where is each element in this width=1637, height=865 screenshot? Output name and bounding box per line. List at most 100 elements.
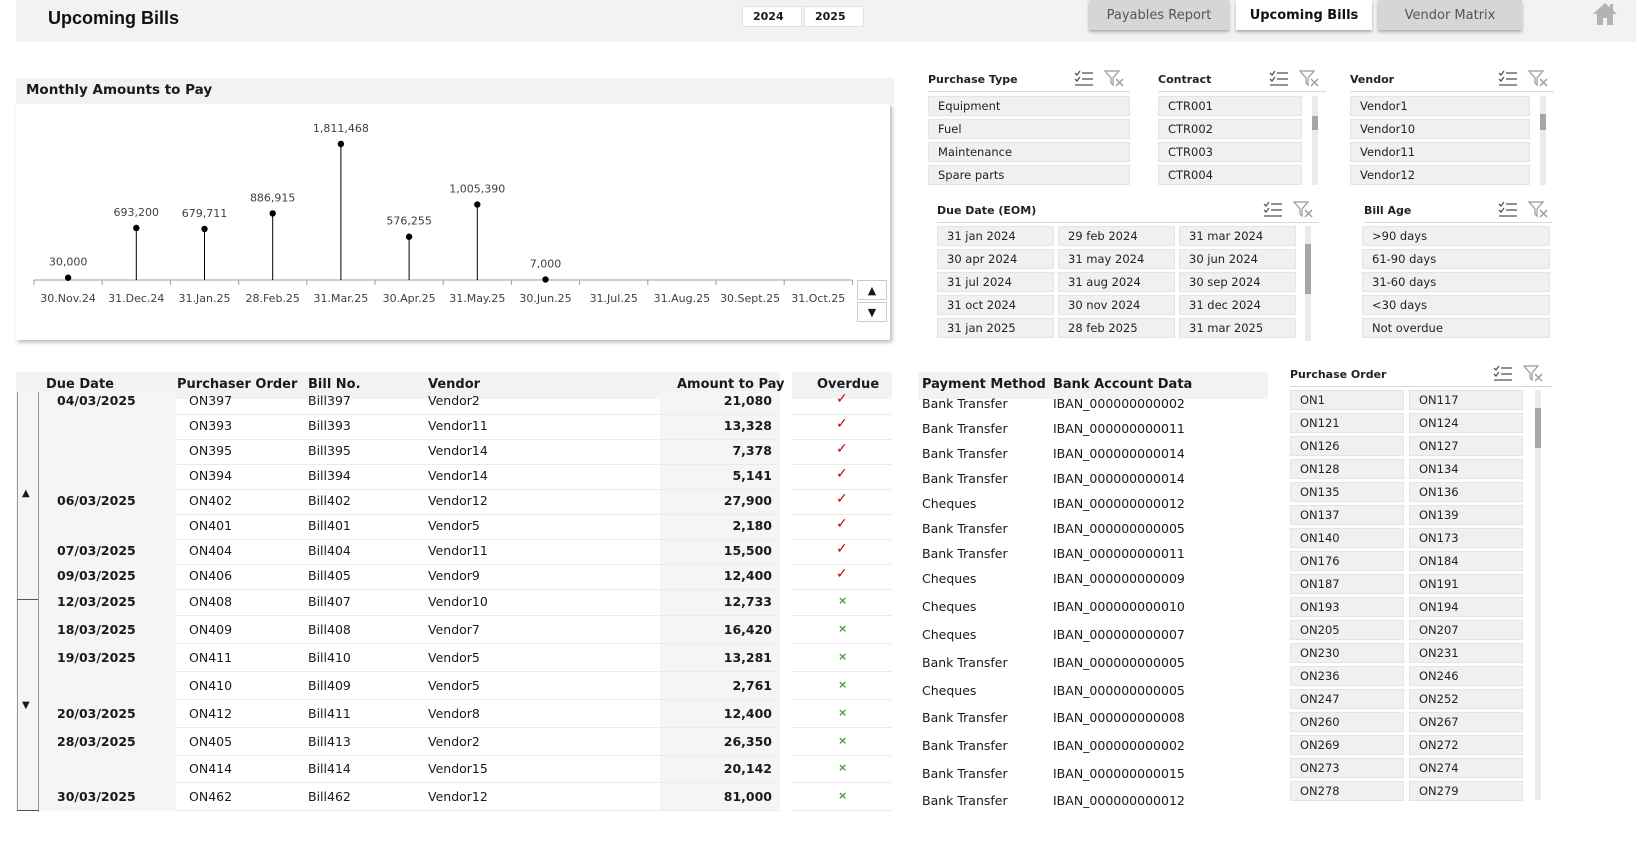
home-icon[interactable] <box>1590 0 1620 28</box>
purchase-order-item[interactable]: ON126 <box>1290 436 1404 456</box>
purchase-order-item[interactable]: ON117 <box>1409 390 1523 410</box>
purchase-order-item[interactable]: ON121 <box>1290 413 1404 433</box>
due-date-item[interactable]: 31 oct 2024 <box>937 295 1054 315</box>
purchase-order-item[interactable]: ON231 <box>1409 643 1523 663</box>
slicer-scroll-thumb[interactable] <box>1535 408 1541 448</box>
purchase-order-item[interactable]: ON247 <box>1290 689 1404 709</box>
purchase-order-item[interactable]: ON140 <box>1290 528 1404 548</box>
slicer-scroll-thumb[interactable] <box>1305 244 1311 294</box>
due-date-item[interactable]: 31 mar 2025 <box>1179 318 1296 338</box>
chart-point[interactable] <box>337 140 345 148</box>
chart-point[interactable] <box>133 224 140 232</box>
due-date-item[interactable]: 28 feb 2025 <box>1058 318 1175 338</box>
bill-age-item[interactable]: Not overdue <box>1362 318 1550 338</box>
tab-upcoming-bills[interactable]: Upcoming Bills <box>1236 0 1372 30</box>
bill-age-item[interactable]: 61-90 days <box>1362 249 1550 269</box>
due-date-item[interactable]: 31 jul 2024 <box>937 272 1054 292</box>
slicer-scrollbar[interactable] <box>1540 96 1546 185</box>
vendor-item[interactable]: Vendor10 <box>1350 119 1530 139</box>
chart-point[interactable] <box>542 276 549 283</box>
purchase-order-item[interactable]: ON127 <box>1409 436 1523 456</box>
purchase-order-item[interactable]: ON135 <box>1290 482 1404 502</box>
purchase-order-item[interactable]: ON194 <box>1409 597 1523 617</box>
chart-point[interactable] <box>201 225 208 233</box>
chart-scroll-down-button[interactable]: ▼ <box>857 302 887 322</box>
collapse-down-icon[interactable]: ▼ <box>22 700 30 711</box>
bill-age-item[interactable]: <30 days <box>1362 295 1550 315</box>
purchase-order-item[interactable]: ON252 <box>1409 689 1523 709</box>
purchase-order-item[interactable]: ON1 <box>1290 390 1404 410</box>
contract-clear-filter-icon[interactable] <box>1298 69 1320 87</box>
purchase-type-item[interactable]: Spare parts <box>928 165 1130 185</box>
due-date-clear-filter-icon[interactable] <box>1292 200 1314 218</box>
due-date-item[interactable]: 31 jan 2024 <box>937 226 1054 246</box>
purchase-order-item[interactable]: ON128 <box>1290 459 1404 479</box>
purchase-order-item[interactable]: ON193 <box>1290 597 1404 617</box>
year-button-2025[interactable]: 2025 <box>804 6 864 27</box>
purchase-order-item[interactable]: ON272 <box>1409 735 1523 755</box>
chart-point[interactable] <box>474 201 481 208</box>
contract-multi-select-icon[interactable] <box>1268 69 1290 87</box>
vendor-multi-select-icon[interactable] <box>1497 69 1519 87</box>
purchase-type-item[interactable]: Maintenance <box>928 142 1130 162</box>
contract-item[interactable]: CTR002 <box>1158 119 1302 139</box>
purchase-order-item[interactable]: ON246 <box>1409 666 1523 686</box>
slicer-scrollbar[interactable] <box>1535 390 1541 800</box>
contract-item[interactable]: CTR001 <box>1158 96 1302 116</box>
purchase-order-item[interactable]: ON260 <box>1290 712 1404 732</box>
contract-item[interactable]: CTR003 <box>1158 142 1302 162</box>
vendor-item[interactable]: Vendor12 <box>1350 165 1530 185</box>
purchase-order-item[interactable]: ON230 <box>1290 643 1404 663</box>
chart-point[interactable] <box>405 233 413 240</box>
purchase-order-item[interactable]: ON279 <box>1409 781 1523 801</box>
collapse-up-icon[interactable]: ▲ <box>22 488 30 499</box>
due-date-item[interactable]: 30 nov 2024 <box>1058 295 1175 315</box>
chart-point[interactable] <box>269 210 276 217</box>
tab-payables-report[interactable]: Payables Report <box>1089 0 1229 30</box>
slicer-scroll-thumb[interactable] <box>1540 114 1546 130</box>
purchase-order-item[interactable]: ON137 <box>1290 505 1404 525</box>
due-date-item[interactable]: 29 feb 2024 <box>1058 226 1175 246</box>
purchase-type-item[interactable]: Equipment <box>928 96 1130 116</box>
vendor-item[interactable]: Vendor1 <box>1350 96 1530 116</box>
purchase-order-item[interactable]: ON184 <box>1409 551 1523 571</box>
purchase-order-item[interactable]: ON274 <box>1409 758 1523 778</box>
purchase-order-item[interactable]: ON267 <box>1409 712 1523 732</box>
purchase-order-item[interactable]: ON136 <box>1409 482 1523 502</box>
due-date-item[interactable]: 30 apr 2024 <box>937 249 1054 269</box>
slicer-scrollbar[interactable] <box>1312 96 1318 185</box>
purchase-order-item[interactable]: ON124 <box>1409 413 1523 433</box>
purchase-order-item[interactable]: ON139 <box>1409 505 1523 525</box>
chart-scroll-up-button[interactable]: ▲ <box>857 280 887 300</box>
purchase-type-clear-filter-icon[interactable] <box>1103 69 1125 87</box>
bill-age-multi-select-icon[interactable] <box>1497 200 1519 218</box>
contract-item[interactable]: CTR004 <box>1158 165 1302 185</box>
tab-vendor-matrix[interactable]: Vendor Matrix <box>1378 0 1522 30</box>
purchase-type-multi-select-icon[interactable] <box>1073 69 1095 87</box>
purchase-order-item[interactable]: ON236 <box>1290 666 1404 686</box>
chart-point[interactable] <box>64 274 72 281</box>
purchase-order-item[interactable]: ON207 <box>1409 620 1523 640</box>
vendor-item[interactable]: Vendor11 <box>1350 142 1530 162</box>
purchase-order-clear-filter-icon[interactable] <box>1522 364 1544 382</box>
purchase-order-item[interactable]: ON278 <box>1290 781 1404 801</box>
bill-age-item[interactable]: >90 days <box>1362 226 1550 246</box>
due-date-item[interactable]: 31 dec 2024 <box>1179 295 1296 315</box>
purchase-order-item[interactable]: ON273 <box>1290 758 1404 778</box>
purchase-type-item[interactable]: Fuel <box>928 119 1130 139</box>
due-date-item[interactable]: 31 aug 2024 <box>1058 272 1175 292</box>
purchase-order-item[interactable]: ON176 <box>1290 551 1404 571</box>
purchase-order-item[interactable]: ON173 <box>1409 528 1523 548</box>
due-date-item[interactable]: 31 may 2024 <box>1058 249 1175 269</box>
vendor-clear-filter-icon[interactable] <box>1527 69 1549 87</box>
due-date-item[interactable]: 30 sep 2024 <box>1179 272 1296 292</box>
due-date-item[interactable]: 30 jun 2024 <box>1179 249 1296 269</box>
due-date-item[interactable]: 31 mar 2024 <box>1179 226 1296 246</box>
purchase-order-item[interactable]: ON269 <box>1290 735 1404 755</box>
purchase-order-item[interactable]: ON205 <box>1290 620 1404 640</box>
purchase-order-item[interactable]: ON187 <box>1290 574 1404 594</box>
purchase-order-item[interactable]: ON134 <box>1409 459 1523 479</box>
due-date-multi-select-icon[interactable] <box>1262 200 1284 218</box>
slicer-scroll-thumb[interactable] <box>1312 116 1318 130</box>
purchase-order-multi-select-icon[interactable] <box>1492 364 1514 382</box>
